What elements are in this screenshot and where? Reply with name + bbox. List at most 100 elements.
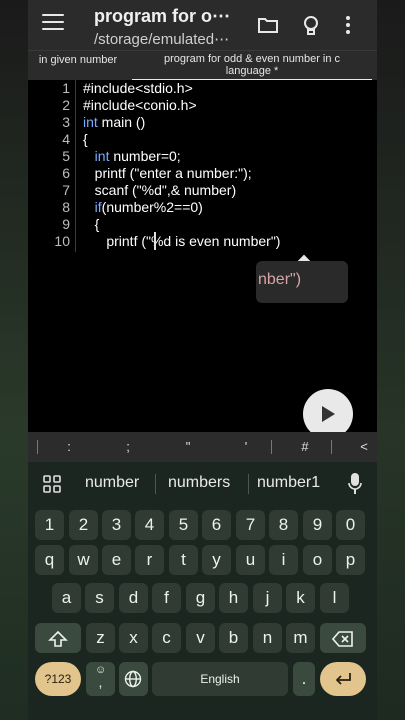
symbols-key[interactable]: ?123: [35, 662, 81, 696]
microphone-icon[interactable]: [348, 472, 362, 496]
key-q[interactable]: q: [35, 545, 64, 575]
shift-icon: [48, 630, 68, 647]
key-k[interactable]: k: [286, 583, 315, 613]
tab-odd-even-program[interactable]: program for odd & even number in c langu…: [132, 53, 372, 77]
code-line[interactable]: #include<stdio.h>: [83, 80, 193, 96]
key-t[interactable]: t: [169, 545, 198, 575]
key-b[interactable]: b: [219, 623, 248, 653]
globe-icon: [124, 670, 142, 688]
key-p[interactable]: p: [336, 545, 365, 575]
key-7[interactable]: 7: [236, 510, 265, 540]
background-right: [377, 0, 405, 720]
key-v[interactable]: v: [186, 623, 215, 653]
line-number: 7: [62, 182, 70, 198]
key-r[interactable]: r: [135, 545, 164, 575]
text-cursor: [154, 232, 156, 250]
symbol-key[interactable]: ": [178, 439, 198, 454]
key-o[interactable]: o: [303, 545, 332, 575]
backspace-key[interactable]: [320, 623, 366, 653]
code-editor-app: program for o⋯ /storage/emulated⋯ in giv…: [28, 0, 377, 720]
key-1[interactable]: 1: [35, 510, 64, 540]
key-m[interactable]: m: [286, 623, 315, 653]
symbol-key[interactable]: <: [354, 439, 374, 454]
line-number: 10: [54, 233, 70, 249]
file-tabs: in given number program for odd & even n…: [28, 50, 377, 81]
lightbulb-icon[interactable]: [300, 14, 322, 36]
key-4[interactable]: 4: [135, 510, 164, 540]
backspace-icon: [331, 630, 353, 647]
line-number: 5: [62, 148, 70, 164]
key-8[interactable]: 8: [269, 510, 298, 540]
apps-grid-icon[interactable]: [42, 474, 62, 494]
space-bar[interactable]: English: [152, 662, 288, 696]
key-5[interactable]: 5: [169, 510, 198, 540]
key-6[interactable]: 6: [202, 510, 231, 540]
line-number: 2: [62, 97, 70, 113]
key-s[interactable]: s: [85, 583, 114, 613]
code-line[interactable]: int number=0;: [83, 148, 181, 164]
suggestion-item[interactable]: numbers: [168, 474, 230, 492]
key-f[interactable]: f: [152, 583, 181, 613]
line-number: 4: [62, 131, 70, 147]
symbol-separator: [331, 440, 332, 454]
line-number: 3: [62, 114, 70, 130]
enter-icon: [335, 673, 351, 685]
symbol-key[interactable]: #: [295, 439, 315, 454]
magnifier-popup: nber"): [256, 261, 348, 303]
key-2[interactable]: 2: [69, 510, 98, 540]
key-y[interactable]: y: [202, 545, 231, 575]
code-line[interactable]: {: [83, 131, 88, 147]
symbol-key[interactable]: ': [236, 439, 256, 454]
key-a[interactable]: a: [52, 583, 81, 613]
code-line[interactable]: printf ("%d is even number"): [83, 233, 280, 249]
language-key[interactable]: [119, 662, 148, 696]
symbol-key[interactable]: :: [59, 439, 79, 454]
suggestion-item[interactable]: number1: [257, 474, 320, 492]
key-n[interactable]: n: [253, 623, 282, 653]
code-line[interactable]: #include<conio.h>: [83, 97, 197, 113]
key-h[interactable]: h: [219, 583, 248, 613]
tab-label-line1: program for odd & even number in c: [163, 53, 341, 65]
code-line[interactable]: scanf ("%d",& number): [83, 182, 236, 198]
more-options-icon[interactable]: [344, 14, 352, 36]
key-j[interactable]: j: [253, 583, 282, 613]
key-9[interactable]: 9: [303, 510, 332, 540]
comma-key[interactable]: ☺ ,: [86, 662, 115, 696]
key-l[interactable]: l: [320, 583, 349, 613]
emoji-icon: ☺: [95, 664, 107, 676]
key-x[interactable]: x: [119, 623, 148, 653]
key-g[interactable]: g: [186, 583, 215, 613]
code-line[interactable]: int main (): [83, 114, 145, 130]
suggestion-item[interactable]: number: [85, 474, 139, 492]
code-line[interactable]: if(number%2==0): [83, 199, 203, 215]
menu-icon[interactable]: [42, 14, 64, 32]
code-line[interactable]: {: [83, 216, 100, 232]
symbol-key[interactable]: ;: [118, 439, 138, 454]
key-0[interactable]: 0: [336, 510, 365, 540]
play-icon: [322, 406, 335, 422]
tab-given-number[interactable]: in given number: [28, 54, 128, 66]
shift-key[interactable]: [35, 623, 81, 653]
line-number: 9: [62, 216, 70, 232]
key-c[interactable]: c: [152, 623, 181, 653]
suggestion-separator: [155, 474, 156, 494]
enter-key[interactable]: [320, 662, 366, 696]
key-d[interactable]: d: [119, 583, 148, 613]
period-key[interactable]: .: [293, 662, 315, 696]
key-e[interactable]: e: [102, 545, 131, 575]
key-u[interactable]: u: [236, 545, 265, 575]
magnifier-text: nber"): [258, 271, 302, 288]
key-z[interactable]: z: [86, 623, 115, 653]
line-number: 8: [62, 199, 70, 215]
code-line[interactable]: printf ("enter a number:");: [83, 165, 252, 181]
folder-icon[interactable]: [257, 14, 279, 36]
line-number: 1: [62, 80, 70, 96]
key-i[interactable]: i: [269, 545, 298, 575]
key-3[interactable]: 3: [102, 510, 131, 540]
background-left: [0, 0, 30, 720]
symbol-separator: [37, 440, 38, 454]
key-w[interactable]: w: [69, 545, 98, 575]
file-title: program for o⋯: [94, 6, 231, 26]
app-bar: program for o⋯ /storage/emulated⋯: [28, 0, 377, 50]
code-editor[interactable]: 1 2 3 4 5 6 7 8 9 10 #include<stdio.h> #…: [28, 80, 377, 432]
